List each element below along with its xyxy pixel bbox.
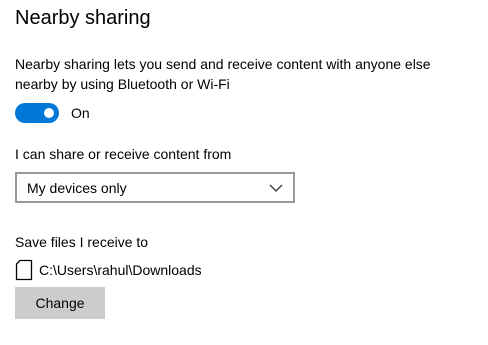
change-button[interactable]: Change [15, 287, 105, 319]
save-path-text: C:\Users\rahul\Downloads [39, 262, 202, 278]
nearby-sharing-toggle-row: On [15, 103, 90, 123]
share-from-selected-value: My devices only [27, 179, 127, 196]
share-from-label: I can share or receive content from [15, 146, 232, 162]
nearby-sharing-toggle[interactable] [15, 103, 59, 123]
chevron-down-icon [269, 184, 283, 192]
page-title: Nearby sharing [15, 7, 151, 29]
drive-icon [15, 259, 33, 281]
save-path-row: C:\Users\rahul\Downloads [15, 259, 202, 281]
share-from-dropdown[interactable]: My devices only [15, 172, 295, 203]
description-text: Nearby sharing lets you send and receive… [15, 56, 431, 92]
save-files-label: Save files I receive to [15, 234, 149, 250]
toggle-state-label: On [71, 105, 90, 121]
toggle-knob [44, 108, 54, 118]
